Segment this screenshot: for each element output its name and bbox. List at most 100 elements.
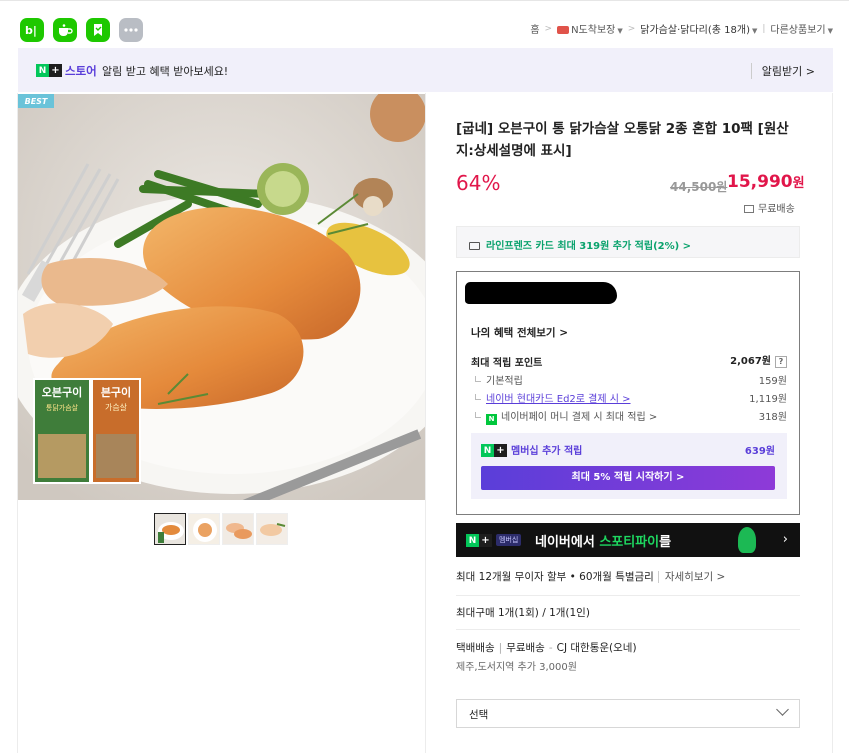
cafe-icon[interactable] bbox=[53, 18, 77, 42]
alarm-message: 알림 받고 혜택 받아보세요! bbox=[102, 65, 229, 78]
alarm-button[interactable]: 알림받기 > bbox=[750, 63, 815, 79]
installment-info: 최대 12개월 무이자 할부 • 60개월 특별금리 자세히보기 > bbox=[456, 569, 726, 584]
breadcrumb: 홈 > N도착보장 ▼ > 닭가슴살·닭다리(총 18개) ▼ | 다른상품보기 ▼ bbox=[530, 21, 833, 37]
store-label: 스토어 bbox=[65, 64, 97, 78]
other-products-label: 다른상품보기 bbox=[770, 25, 826, 36]
delivery-info: 택배배송 | 무료배송 - CJ 대한통운(오네) bbox=[456, 640, 637, 655]
caret-down-icon: ▼ bbox=[617, 27, 623, 35]
delivery-fee: 무료배송 bbox=[506, 642, 545, 654]
option-select[interactable]: 선택 bbox=[456, 699, 800, 728]
delivery-type: 택배배송 bbox=[456, 642, 495, 654]
breadcrumb-guarantee[interactable]: N도착보장 ▼ bbox=[557, 21, 623, 36]
chevron-right-icon: › bbox=[782, 532, 788, 547]
package-label-3: 븐구이 bbox=[101, 385, 131, 399]
delivery-box-icon bbox=[744, 205, 754, 213]
delivery-extra-fee: 제주,도서지역 추가 3,000원 bbox=[456, 662, 577, 673]
package-label-2: 통닭가슴살 bbox=[46, 403, 79, 412]
store-alarm-banner: N + 스토어 알림 받고 혜택 받아보세요! 알림받기 > bbox=[18, 48, 833, 92]
max-points-value: 2,067원? bbox=[730, 352, 787, 368]
more-icon[interactable] bbox=[119, 18, 143, 42]
original-price: 44,500원 bbox=[670, 180, 728, 194]
bookmark-icon[interactable] bbox=[86, 18, 110, 42]
card-promo-text: 라인프렌즈 카드 최대 319원 추가 적립(2%) > bbox=[486, 241, 692, 252]
spotify-character-icon bbox=[738, 527, 756, 553]
section-divider bbox=[456, 595, 800, 596]
discount-rate: 64% bbox=[456, 171, 501, 195]
nplus-logo-icon: N + bbox=[481, 444, 507, 457]
breadcrumb-home[interactable]: 홈 bbox=[530, 21, 539, 36]
view-all-benefits-link[interactable]: 나의 혜택 전체보기 > bbox=[471, 325, 568, 340]
best-badge: BEST bbox=[18, 94, 54, 108]
points-row-npay-label-wrap: N 네이버페이 머니 결제 시 최대 적립 > bbox=[475, 412, 657, 425]
points-row-value: 318원 bbox=[758, 412, 787, 423]
top-bar: b| 홈 > N도착보장 ▼ > 닭가슴살·닭다리(총 18개) ▼ | 다른상품보… bbox=[0, 0, 849, 48]
caret-down-icon: ▼ bbox=[751, 27, 758, 35]
spotify-text-prefix: 네이버에서 bbox=[535, 535, 600, 550]
installment-text: 최대 12개월 무이자 할부 • 60개월 특별금리 bbox=[456, 571, 654, 583]
package-label-4: 가슴살 bbox=[105, 403, 128, 412]
breadcrumb-separator: > bbox=[544, 23, 553, 34]
points-row-label: 기본적립 bbox=[475, 376, 523, 387]
chicken-breast-photo: 오븐구이 통닭가슴살 븐구이 가슴살 bbox=[18, 94, 425, 500]
benefit-panel: 나의 혜택 전체보기 > 최대 적립 포인트 2,067원? 기본적립 159원… bbox=[456, 271, 800, 515]
max-points-amount: 2,067원 bbox=[730, 356, 771, 367]
other-products-dropdown[interactable]: 다른상품보기 ▼ bbox=[770, 21, 833, 36]
membership-tag: 멤버십 bbox=[496, 534, 522, 546]
product-title: [굽네] 오븐구이 통 닭가슴살 오통닭 2종 혼합 10팩 [원산지:상세설명… bbox=[456, 121, 789, 159]
max-purchase-info: 최대구매 1개(1회) / 1개(1인) bbox=[456, 607, 590, 619]
spotify-banner[interactable]: N + 멤버십 네이버에서 스포티파이를 › bbox=[456, 523, 800, 557]
points-row-value: 1,119원 bbox=[749, 394, 787, 405]
truck-icon bbox=[557, 26, 570, 34]
product-main-image[interactable]: 오븐구이 통닭가슴살 븐구이 가슴살 BEST bbox=[18, 94, 425, 500]
thumbnail-3[interactable] bbox=[222, 513, 254, 545]
card-promo-banner[interactable]: 라인프렌즈 카드 최대 319원 추가 적립(2%) > bbox=[456, 226, 800, 258]
credit-card-icon bbox=[469, 242, 480, 250]
blog-icon[interactable]: b| bbox=[20, 18, 44, 42]
sale-price-currency: 원 bbox=[792, 176, 805, 191]
start-membership-button[interactable]: 최대 5% 적립 시작하기 > bbox=[481, 466, 775, 490]
points-row-card-link[interactable]: 네이버 현대카드 Ed2로 결제 시 > bbox=[475, 394, 631, 405]
delivery-courier: CJ 대한통운(오네) bbox=[556, 642, 637, 654]
breadcrumb-separator: > bbox=[627, 23, 636, 34]
column-divider bbox=[425, 93, 426, 753]
separator: - bbox=[548, 642, 553, 654]
thumbnail-1[interactable] bbox=[154, 513, 186, 545]
membership-box: N + 멤버십 추가 적립 639원 최대 5% 적립 시작하기 > bbox=[471, 433, 787, 499]
sale-price: 15,990원 bbox=[727, 172, 805, 192]
breadcrumb-guarantee-label: N도착보장 bbox=[571, 25, 616, 36]
package-label-1: 오븐구이 bbox=[42, 385, 82, 399]
installment-details-link[interactable]: 자세히보기 > bbox=[657, 571, 726, 583]
membership-label: 멤버십 추가 적립 bbox=[511, 446, 583, 457]
points-row-card[interactable]: 네이버 현대카드 Ed2로 결제 시 > 1,119원 bbox=[475, 390, 787, 405]
separator: | bbox=[498, 642, 503, 654]
breadcrumb-separator: | bbox=[762, 23, 766, 34]
spotify-text-suffix: 를 bbox=[659, 535, 672, 550]
redacted-user-info bbox=[465, 282, 617, 304]
npay-icon: N bbox=[486, 414, 497, 425]
max-points-label: 최대 적립 포인트 bbox=[471, 358, 543, 369]
shipping-label: 무료배송 bbox=[758, 204, 795, 215]
thumbnail-strip bbox=[154, 513, 288, 545]
spotify-text-highlight: 스포티파이 bbox=[599, 535, 660, 550]
option-select-label: 선택 bbox=[469, 709, 489, 721]
thumbnail-4[interactable] bbox=[256, 513, 288, 545]
thumbnail-2[interactable] bbox=[188, 513, 220, 545]
spotify-banner-text: 네이버에서 스포티파이를 bbox=[535, 531, 671, 550]
app-shortcuts: b| bbox=[20, 18, 143, 42]
caret-down-icon: ▼ bbox=[827, 27, 833, 35]
nplus-logo-icon: N + bbox=[466, 534, 492, 547]
membership-value: 639원 bbox=[744, 446, 775, 457]
svg-text:b|: b| bbox=[25, 24, 37, 37]
points-row-basic: 기본적립 159원 bbox=[475, 372, 787, 387]
shipping-info: 무료배송 bbox=[744, 200, 795, 215]
breadcrumb-category[interactable]: 닭가슴살·닭다리(총 18개) ▼ bbox=[640, 21, 757, 36]
nplus-logo-icon: N + bbox=[36, 64, 62, 77]
points-row-value: 159원 bbox=[758, 376, 787, 387]
breadcrumb-category-label: 닭가슴살·닭다리(총 18개) bbox=[640, 25, 750, 36]
points-row-npay-label[interactable]: 네이버페이 머니 결제 시 최대 적립 > bbox=[501, 412, 657, 423]
chevron-down-icon bbox=[776, 703, 789, 716]
points-row-npay[interactable]: N 네이버페이 머니 결제 시 최대 적립 > 318원 bbox=[475, 408, 787, 425]
section-divider bbox=[456, 629, 800, 630]
sale-price-value: 15,990 bbox=[727, 172, 793, 192]
help-icon[interactable]: ? bbox=[775, 356, 787, 368]
